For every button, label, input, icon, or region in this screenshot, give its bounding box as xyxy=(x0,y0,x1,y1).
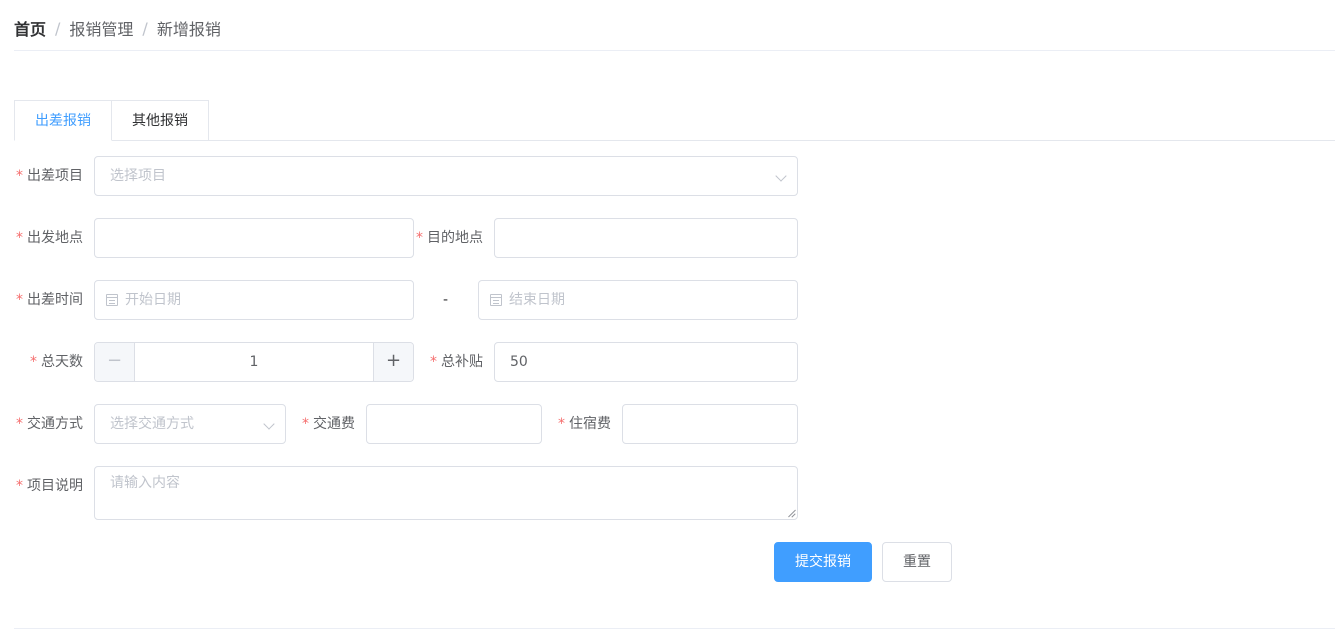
chevron-down-icon xyxy=(263,418,275,430)
calendar-icon xyxy=(106,294,118,306)
resize-handle-icon[interactable] xyxy=(787,509,795,517)
start-date-picker[interactable]: 开始日期 xyxy=(94,280,414,320)
required-mark: * xyxy=(16,292,23,308)
tabs-divider xyxy=(14,140,1335,141)
allowance-input[interactable]: 50 xyxy=(494,342,798,382)
transport-fee-label: * 交通费 xyxy=(302,416,355,432)
allowance-value: 50 xyxy=(510,354,528,370)
destination-input[interactable] xyxy=(494,218,798,258)
submit-button[interactable]: 提交报销 xyxy=(774,542,872,582)
required-mark: * xyxy=(30,354,37,370)
chevron-down-icon xyxy=(775,170,787,182)
reset-button[interactable]: 重置 xyxy=(882,542,952,582)
project-select[interactable]: 选择项目 xyxy=(94,156,798,196)
breadcrumb: 首页 / 报销管理 / 新增报销 xyxy=(14,16,221,40)
trip-time-label: * 出差时间 xyxy=(16,292,83,308)
decrement-button[interactable]: − xyxy=(95,343,135,381)
reimbursement-tabs: 出差报销 其他报销 xyxy=(14,100,209,141)
project-placeholder: 选择项目 xyxy=(110,168,166,184)
date-range-separator: - xyxy=(443,292,449,308)
header-divider xyxy=(14,50,1335,51)
breadcrumb-new-reimbursement: 新增报销 xyxy=(156,20,221,39)
transport-fee-input[interactable] xyxy=(366,404,542,444)
end-date-picker[interactable]: 结束日期 xyxy=(478,280,798,320)
required-mark: * xyxy=(16,168,23,184)
transport-mode-placeholder: 选择交通方式 xyxy=(110,416,194,432)
required-mark: * xyxy=(16,478,23,494)
breadcrumb-separator: / xyxy=(142,18,148,38)
tab-travel-reimbursement[interactable]: 出差报销 xyxy=(14,100,112,141)
lodging-fee-input[interactable] xyxy=(622,404,798,444)
increment-button[interactable]: + xyxy=(373,343,413,381)
transport-mode-label: * 交通方式 xyxy=(16,416,83,432)
total-days-label: * 总天数 xyxy=(30,354,83,370)
lodging-fee-label: * 住宿费 xyxy=(558,416,611,432)
footer-divider xyxy=(14,628,1335,629)
tab-other-reimbursement[interactable]: 其他报销 xyxy=(112,100,209,141)
required-mark: * xyxy=(558,416,565,432)
departure-input[interactable] xyxy=(94,218,414,258)
end-date-placeholder: 结束日期 xyxy=(509,292,565,308)
destination-label: * 目的地点 xyxy=(416,230,483,246)
allowance-label: * 总补贴 xyxy=(430,354,483,370)
transport-mode-select[interactable]: 选择交通方式 xyxy=(94,404,286,444)
required-mark: * xyxy=(430,354,437,370)
project-label: * 出差项目 xyxy=(16,168,83,184)
required-mark: * xyxy=(302,416,309,432)
breadcrumb-home[interactable]: 首页 xyxy=(14,16,46,40)
required-mark: * xyxy=(16,416,23,432)
calendar-icon xyxy=(490,294,502,306)
breadcrumb-separator: / xyxy=(55,18,61,38)
start-date-placeholder: 开始日期 xyxy=(125,292,181,308)
description-placeholder: 请输入内容 xyxy=(110,475,180,491)
breadcrumb-reimbursement-management[interactable]: 报销管理 xyxy=(69,16,133,40)
description-label: * 项目说明 xyxy=(16,478,83,494)
description-textarea[interactable]: 请输入内容 xyxy=(94,466,798,520)
required-mark: * xyxy=(16,230,23,246)
departure-label: * 出发地点 xyxy=(16,230,83,246)
total-days-stepper: − 1 + xyxy=(94,342,414,382)
total-days-value[interactable]: 1 xyxy=(135,343,373,381)
required-mark: * xyxy=(416,230,423,246)
